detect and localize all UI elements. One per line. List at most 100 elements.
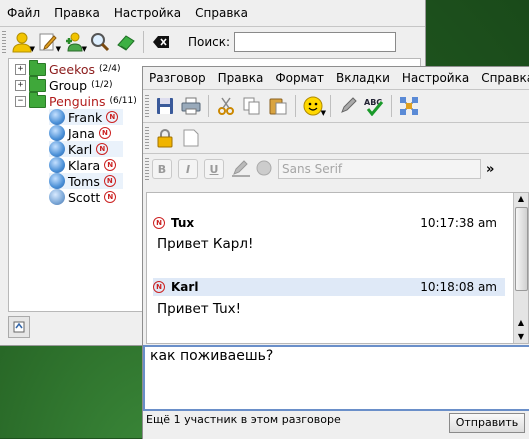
status-icon xyxy=(13,321,25,333)
group-name: Group xyxy=(49,77,88,93)
contact-row[interactable]: Jana N xyxy=(49,125,111,141)
italic-button[interactable]: I xyxy=(178,159,198,179)
edit-button[interactable]: ▼ xyxy=(35,29,61,55)
group-count: (6/11) xyxy=(109,96,137,106)
cut-button[interactable] xyxy=(213,93,239,119)
menu-edit[interactable]: Правка xyxy=(212,71,270,85)
search-button[interactable] xyxy=(87,29,113,55)
scrollbar-thumb[interactable] xyxy=(515,207,528,291)
menu-settings[interactable]: Настройка xyxy=(107,6,188,20)
note-button[interactable] xyxy=(178,125,204,151)
bookmarks-button[interactable] xyxy=(113,29,139,55)
background-color-icon xyxy=(256,160,272,176)
menu-file[interactable]: Файл xyxy=(0,6,47,20)
toolbar-grip[interactable] xyxy=(2,31,6,53)
save-icon xyxy=(157,98,173,114)
font-family-field[interactable]: Sans Serif xyxy=(278,159,481,179)
pen-icon xyxy=(341,97,357,113)
copy-button[interactable] xyxy=(239,93,265,119)
contact-name: Jana xyxy=(68,125,95,141)
menu-tabs[interactable]: Вкладки xyxy=(330,71,396,85)
contact-online-icon xyxy=(49,141,65,157)
group-count: (2/4) xyxy=(99,64,121,74)
group-row-group[interactable]: + Group (1/2) xyxy=(15,75,113,93)
contact-row[interactable]: Klara N xyxy=(49,157,117,173)
paste-icon xyxy=(269,98,287,115)
print-button[interactable] xyxy=(178,93,204,119)
lock-icon xyxy=(157,129,173,148)
novell-badge-icon: N xyxy=(104,191,117,203)
message-header: N Tux 10:17:38 am xyxy=(153,214,505,232)
menu-conversation[interactable]: Разговор xyxy=(143,71,212,85)
menu-help[interactable]: Справка xyxy=(475,71,529,85)
underline-button[interactable]: U xyxy=(204,159,224,179)
search-label: Поиск: xyxy=(188,35,231,49)
novell-badge-icon: N xyxy=(106,111,119,123)
search-input[interactable] xyxy=(234,32,397,52)
contact-name: Frank xyxy=(68,109,103,125)
message-time: 10:17:38 am xyxy=(420,216,497,230)
text-color-button[interactable] xyxy=(230,156,252,182)
contact-name: Klara xyxy=(68,157,101,173)
folder-icon xyxy=(29,91,46,108)
toolbar-overflow-icon[interactable]: » xyxy=(486,162,494,177)
status-avatar-button[interactable]: ▼ xyxy=(9,29,35,55)
bold-button[interactable]: B xyxy=(152,159,172,179)
group-name: Geekos xyxy=(49,61,96,77)
group-row-penguins[interactable]: − Penguins (6/11) xyxy=(15,91,137,109)
emoticon-button[interactable]: ▼ xyxy=(300,93,326,119)
spellcheck-icon: ABC xyxy=(364,98,384,116)
novell-badge-icon: N xyxy=(103,175,116,187)
scroll-up-icon[interactable]: ▲ xyxy=(514,193,528,205)
expand-icon[interactable]: + xyxy=(15,79,26,91)
group-count: (1/2) xyxy=(91,80,113,90)
contact-row[interactable]: Scott N xyxy=(49,189,117,205)
status-menu-button[interactable] xyxy=(8,316,30,338)
collapse-icon[interactable]: − xyxy=(15,95,26,107)
contact-row[interactable]: Frank N xyxy=(49,109,123,125)
expand-icon[interactable]: + xyxy=(15,63,26,75)
paste-button[interactable] xyxy=(265,93,291,119)
novell-badge-icon: N xyxy=(153,281,165,293)
chat-status-text: Ещё 1 участник в этом разговоре xyxy=(146,413,341,426)
clear-search-button[interactable] xyxy=(148,29,174,55)
group-row-geekos[interactable]: + Geekos (2/4) xyxy=(15,59,121,77)
message-sender: Karl xyxy=(171,280,199,294)
spellcheck-button[interactable]: ABC xyxy=(361,93,387,119)
menu-help[interactable]: Справка xyxy=(188,6,255,20)
cut-icon xyxy=(218,97,234,115)
network-button[interactable] xyxy=(396,93,422,119)
lock-button[interactable] xyxy=(152,125,178,151)
network-icon xyxy=(400,97,418,115)
group-name: Penguins xyxy=(49,93,106,109)
message-scrollbar[interactable]: ▲ ▲ ▼ xyxy=(513,193,528,343)
pen-button[interactable] xyxy=(335,93,361,119)
scroll-down-icon[interactable]: ▼ xyxy=(514,331,528,343)
send-button[interactable]: Отправить xyxy=(449,413,525,433)
save-button[interactable] xyxy=(152,93,178,119)
search-icon xyxy=(91,33,110,52)
bookmarks-icon xyxy=(117,35,135,51)
contact-row[interactable]: Karl N xyxy=(49,141,123,157)
message-time: 10:18:08 am xyxy=(420,280,497,294)
message-input[interactable]: как поживаешь? xyxy=(143,345,529,411)
contact-list-menubar: Файл Правка Настройка Справка xyxy=(0,0,425,26)
contact-name: Scott xyxy=(68,189,101,205)
contact-online-icon xyxy=(49,173,65,189)
background-color-button[interactable] xyxy=(252,156,276,182)
add-contact-button[interactable]: ▼ xyxy=(61,29,87,55)
novell-badge-icon: N xyxy=(96,143,109,155)
message-input-text[interactable]: как поживаешь? xyxy=(150,348,273,364)
clear-icon xyxy=(153,36,169,48)
contact-away-icon xyxy=(49,189,65,205)
contact-online-icon xyxy=(49,125,65,141)
scroll-up-icon[interactable]: ▲ xyxy=(514,317,528,329)
message-text: Привет Tux! xyxy=(157,301,242,317)
novell-badge-icon: N xyxy=(98,127,111,139)
contact-row[interactable]: Toms N xyxy=(49,173,123,189)
menu-format[interactable]: Формат xyxy=(269,71,330,85)
chat-menubar: Разговор Правка Формат Вкладки Настройка… xyxy=(143,67,529,89)
menu-edit[interactable]: Правка xyxy=(47,6,107,20)
print-icon xyxy=(181,97,201,115)
menu-settings[interactable]: Настройка xyxy=(396,71,475,85)
